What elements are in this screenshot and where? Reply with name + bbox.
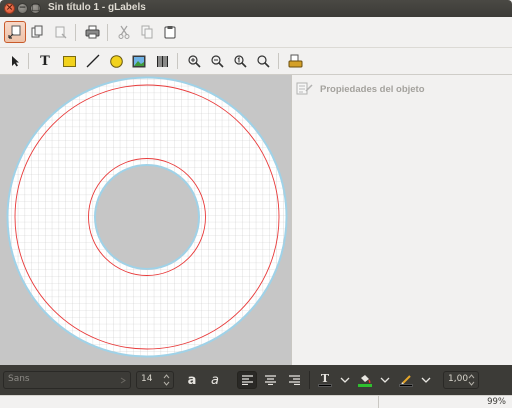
new-icon (8, 25, 21, 39)
image-icon (132, 55, 146, 67)
main-toolbar (0, 17, 512, 48)
label-canvas[interactable] (0, 75, 291, 365)
italic-button[interactable]: a (205, 371, 225, 389)
font-size-spinner[interactable]: 14 (136, 371, 174, 389)
spin-arrows-icon[interactable] (163, 374, 170, 386)
drawing-toolbar: T (0, 48, 512, 75)
chevron-down-icon[interactable] (340, 375, 350, 385)
copy-button[interactable] (136, 21, 158, 43)
line-width-value: 1,00 (448, 374, 469, 384)
toolbar-separator (177, 53, 178, 69)
text-color-button[interactable]: T (315, 371, 335, 389)
save-button[interactable] (50, 21, 72, 43)
barcode-icon (156, 55, 168, 67)
title-bar: × − □ Sin título 1 - gLabels (0, 0, 512, 17)
zoom-out-icon (210, 54, 224, 68)
line-width-spinner[interactable]: 1,00 (443, 371, 479, 389)
fill-color-button[interactable] (355, 371, 375, 389)
zoom-fit-button[interactable] (252, 50, 274, 72)
zoom-level: 99% (487, 397, 506, 407)
merge-properties-icon (288, 54, 302, 68)
font-family-value: Sans (8, 374, 30, 384)
toolbar-separator (278, 53, 279, 69)
line-color-swatch (399, 383, 413, 387)
text-icon: T (40, 53, 50, 69)
open-button[interactable] (26, 21, 48, 43)
paste-button[interactable] (159, 21, 181, 43)
new-button[interactable] (4, 21, 26, 43)
line-color-button[interactable] (396, 371, 416, 389)
cut-button[interactable] (113, 21, 135, 43)
barcode-tool-button[interactable] (151, 50, 173, 72)
font-family-combo[interactable]: Sans (3, 371, 131, 389)
line-icon (86, 54, 100, 68)
label-grid (0, 75, 291, 365)
zoom-fit-icon (256, 54, 270, 68)
image-tool-button[interactable] (128, 50, 150, 72)
align-right-button[interactable] (284, 371, 304, 389)
window-title: Sin título 1 - gLabels (48, 2, 146, 13)
print-button[interactable] (81, 21, 103, 43)
align-left-icon (241, 375, 253, 385)
status-bar: 99% (0, 395, 512, 408)
maximize-window-button[interactable]: □ (30, 3, 41, 14)
font-size-value: 14 (141, 374, 153, 384)
text-color-swatch (318, 384, 332, 387)
align-center-button[interactable] (260, 371, 280, 389)
align-right-icon (288, 375, 300, 385)
align-center-icon (264, 375, 276, 385)
ellipse-tool-button[interactable] (105, 50, 127, 72)
close-icon: × (5, 3, 14, 13)
bold-button[interactable]: a (182, 371, 202, 389)
zoom-status-cell: 99% (378, 396, 512, 408)
pen-icon (400, 374, 411, 384)
properties-title: Propiedades del objeto (320, 83, 425, 95)
zoom-in-icon (187, 54, 201, 68)
zoom-one-icon (233, 54, 247, 68)
text-tool-button[interactable]: T (34, 50, 56, 72)
fill-bucket-icon (360, 374, 370, 383)
cut-icon (118, 25, 130, 39)
toolbar-separator (28, 53, 29, 69)
chevron-down-icon[interactable] (421, 375, 431, 385)
text-formatting-toolbar: Sans 14 a a T 1,00 (0, 365, 512, 395)
properties-icon (296, 82, 313, 95)
zoom-out-button[interactable] (206, 50, 228, 72)
bold-icon: a (187, 372, 197, 388)
object-properties-panel: Propiedades del objeto (291, 75, 512, 365)
fill-color-swatch (358, 383, 372, 387)
select-mode-button[interactable] (4, 50, 26, 72)
italic-icon: a (211, 372, 219, 388)
spin-arrows-icon[interactable] (468, 374, 475, 386)
chevron-down-icon[interactable] (380, 375, 390, 385)
toolbar-separator (309, 371, 310, 389)
paste-icon (164, 26, 176, 39)
align-left-button[interactable] (237, 371, 257, 389)
dropdown-arrow-icon (120, 377, 126, 384)
ellipse-icon (109, 54, 123, 68)
save-icon (55, 26, 67, 39)
text-color-icon: T (320, 372, 330, 385)
properties-header: Propiedades del objeto (296, 79, 425, 99)
minimize-icon: − (18, 3, 27, 13)
open-icon (31, 25, 43, 38)
minimize-window-button[interactable]: − (17, 3, 28, 14)
zoom-in-button[interactable] (183, 50, 205, 72)
close-window-button[interactable]: × (4, 3, 15, 14)
cd-label-preview[interactable] (0, 75, 291, 365)
copy-icon (141, 25, 153, 39)
arrow-icon (12, 56, 19, 67)
zoom-one-to-one-button[interactable] (229, 50, 251, 72)
print-icon (85, 25, 99, 39)
box-icon (62, 55, 76, 67)
maximize-icon: □ (31, 3, 40, 13)
line-tool-button[interactable] (82, 50, 104, 72)
box-tool-button[interactable] (58, 50, 80, 72)
merge-properties-button[interactable] (284, 50, 306, 72)
toolbar-separator (75, 24, 76, 41)
glabels-window: × − □ Sin título 1 - gLabels T Propiedad… (0, 0, 512, 408)
toolbar-separator (107, 24, 108, 41)
